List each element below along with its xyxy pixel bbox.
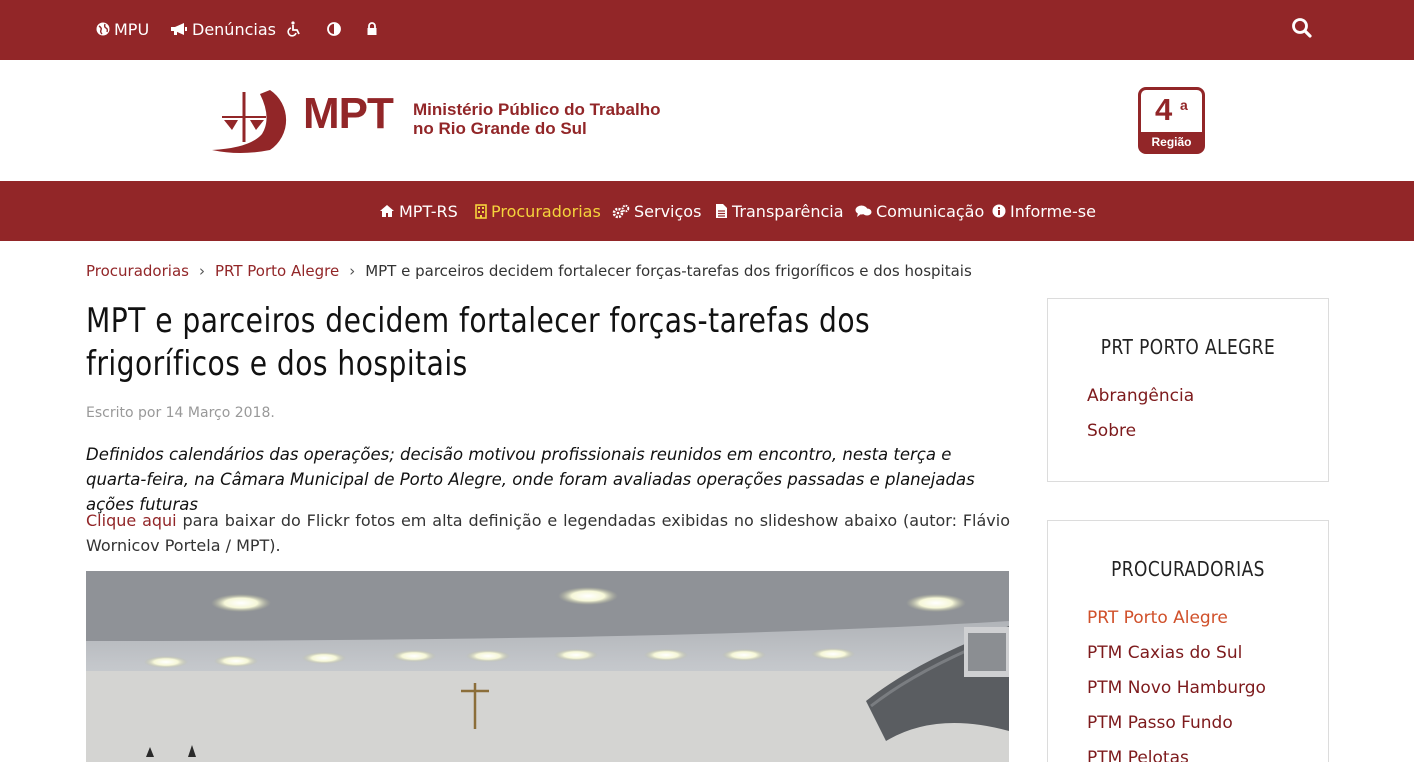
article-title: MPT e parceiros decidem fortalecer força… bbox=[86, 301, 871, 384]
login-button[interactable] bbox=[366, 19, 378, 39]
slideshow-photo[interactable] bbox=[86, 571, 1009, 762]
sidebar-card-title: PROCURADORIAS bbox=[1111, 557, 1265, 581]
contrast-icon bbox=[327, 22, 341, 36]
breadcrumb: Procuradorias › PRT Porto Alegre › MPT e… bbox=[86, 261, 972, 281]
denuncias-link[interactable]: Denúncias bbox=[170, 19, 276, 39]
nav-item-procuradorias[interactable]: Procuradorias bbox=[475, 201, 601, 221]
region-number: 4 bbox=[1155, 92, 1173, 127]
article-meta: Escrito por 14 Março 2018. bbox=[86, 405, 275, 421]
top-bar: MPU Denúncias bbox=[0, 0, 1414, 60]
nav-item-comunicacao[interactable]: Comunicação bbox=[855, 201, 984, 221]
nav-item-mpt-rs[interactable]: MPT-RS bbox=[379, 201, 458, 221]
sidebar-link-prt-porto-alegre[interactable]: PRT Porto Alegre bbox=[1087, 608, 1228, 628]
region-label: Região bbox=[1140, 132, 1203, 152]
list-item: PTM Novo Hamburgo bbox=[1087, 676, 1266, 711]
sidebar-link-list: PRT Porto Alegre PTM Caxias do Sul PTM N… bbox=[1087, 606, 1266, 762]
sidebar-link-ptm-passo-fundo[interactable]: PTM Passo Fundo bbox=[1087, 713, 1233, 733]
sidebar-card-procuradorias: PROCURADORIAS PRT Porto Alegre PTM Caxia… bbox=[1047, 520, 1329, 762]
nav-label: Transparência bbox=[732, 201, 844, 221]
main-nav: MPT-RS Procuradorias Serviços Transparên… bbox=[0, 181, 1414, 241]
mpt-emblem-icon bbox=[212, 90, 287, 153]
mpu-link[interactable]: MPU bbox=[96, 19, 149, 39]
nav-label: Comunicação bbox=[876, 201, 985, 221]
accessibility-button[interactable] bbox=[286, 19, 302, 39]
lock-icon bbox=[367, 22, 377, 35]
article-lead: Definidos calendários das operações; dec… bbox=[86, 445, 975, 514]
document-icon bbox=[716, 204, 727, 218]
sidebar-link-abrangencia[interactable]: Abrangência bbox=[1087, 386, 1194, 406]
logo-line-2: no Rio Grande do Sul bbox=[413, 119, 587, 138]
info-icon bbox=[992, 204, 1006, 218]
building-icon bbox=[475, 203, 487, 219]
search-button[interactable] bbox=[1290, 16, 1314, 40]
list-item: PTM Pelotas bbox=[1087, 746, 1266, 762]
chevron-right-icon: › bbox=[198, 262, 205, 280]
article-paragraph: Clique aqui para baixar do Flickr fotos … bbox=[86, 508, 1010, 558]
nav-item-servicos[interactable]: Serviços bbox=[612, 201, 701, 221]
list-item: Abrangência bbox=[1087, 384, 1194, 419]
denuncias-label: Denúncias bbox=[192, 19, 276, 39]
region-badge: 4 a Região bbox=[1138, 87, 1205, 154]
nav-label: Serviços bbox=[634, 201, 702, 221]
list-item: PTM Passo Fundo bbox=[1087, 711, 1266, 746]
chevron-right-icon: › bbox=[349, 262, 356, 280]
paragraph-text: para baixar do Flickr fotos em alta defi… bbox=[86, 511, 1010, 555]
logo-text: Ministério Público do Trabalho no Rio Gr… bbox=[413, 100, 660, 138]
logo-line-1: Ministério Público do Trabalho bbox=[413, 100, 661, 119]
nav-item-informe-se[interactable]: Informe-se bbox=[992, 201, 1096, 221]
breadcrumb-current: MPT e parceiros decidem fortalecer força… bbox=[365, 262, 972, 280]
search-icon bbox=[1292, 18, 1312, 38]
nav-item-transparencia[interactable]: Transparência bbox=[715, 201, 844, 221]
breadcrumb-procuradorias[interactable]: Procuradorias bbox=[86, 262, 189, 280]
comments-icon bbox=[855, 205, 872, 217]
flickr-download-link[interactable]: Clique aqui bbox=[86, 511, 177, 530]
sidebar-link-sobre[interactable]: Sobre bbox=[1087, 421, 1136, 441]
nav-label: Informe-se bbox=[1010, 201, 1096, 221]
site-logo[interactable]: MPT Ministério Público do Trabalho no Ri… bbox=[210, 86, 710, 156]
sidebar-link-list: Abrangência Sobre bbox=[1087, 384, 1194, 454]
sidebar-link-ptm-pelotas[interactable]: PTM Pelotas bbox=[1087, 748, 1189, 762]
breadcrumb-prt-porto-alegre[interactable]: PRT Porto Alegre bbox=[215, 262, 339, 280]
region-ordinal: a bbox=[1180, 97, 1188, 113]
logo-abbreviation: MPT bbox=[303, 89, 394, 138]
list-item: PTM Caxias do Sul bbox=[1087, 641, 1266, 676]
event-photo bbox=[86, 571, 1009, 762]
home-icon bbox=[380, 205, 394, 217]
list-item: PRT Porto Alegre bbox=[1087, 606, 1266, 641]
sidebar-link-ptm-caxias-do-sul[interactable]: PTM Caxias do Sul bbox=[1087, 643, 1242, 663]
bullhorn-icon bbox=[171, 23, 187, 35]
globe-icon bbox=[96, 22, 110, 36]
nav-label: MPT-RS bbox=[399, 201, 458, 221]
cogs-icon bbox=[612, 204, 630, 218]
sidebar-link-ptm-novo-hamburgo[interactable]: PTM Novo Hamburgo bbox=[1087, 678, 1266, 698]
list-item: Sobre bbox=[1087, 419, 1194, 454]
contrast-button[interactable] bbox=[327, 19, 341, 39]
mpu-label: MPU bbox=[114, 19, 150, 39]
nav-label: Procuradorias bbox=[491, 201, 601, 221]
sidebar-card-title: PRT PORTO ALEGRE bbox=[1100, 335, 1276, 359]
wheelchair-icon bbox=[287, 21, 300, 37]
sidebar-card-prt-porto-alegre: PRT PORTO ALEGRE Abrangência Sobre bbox=[1047, 298, 1329, 482]
